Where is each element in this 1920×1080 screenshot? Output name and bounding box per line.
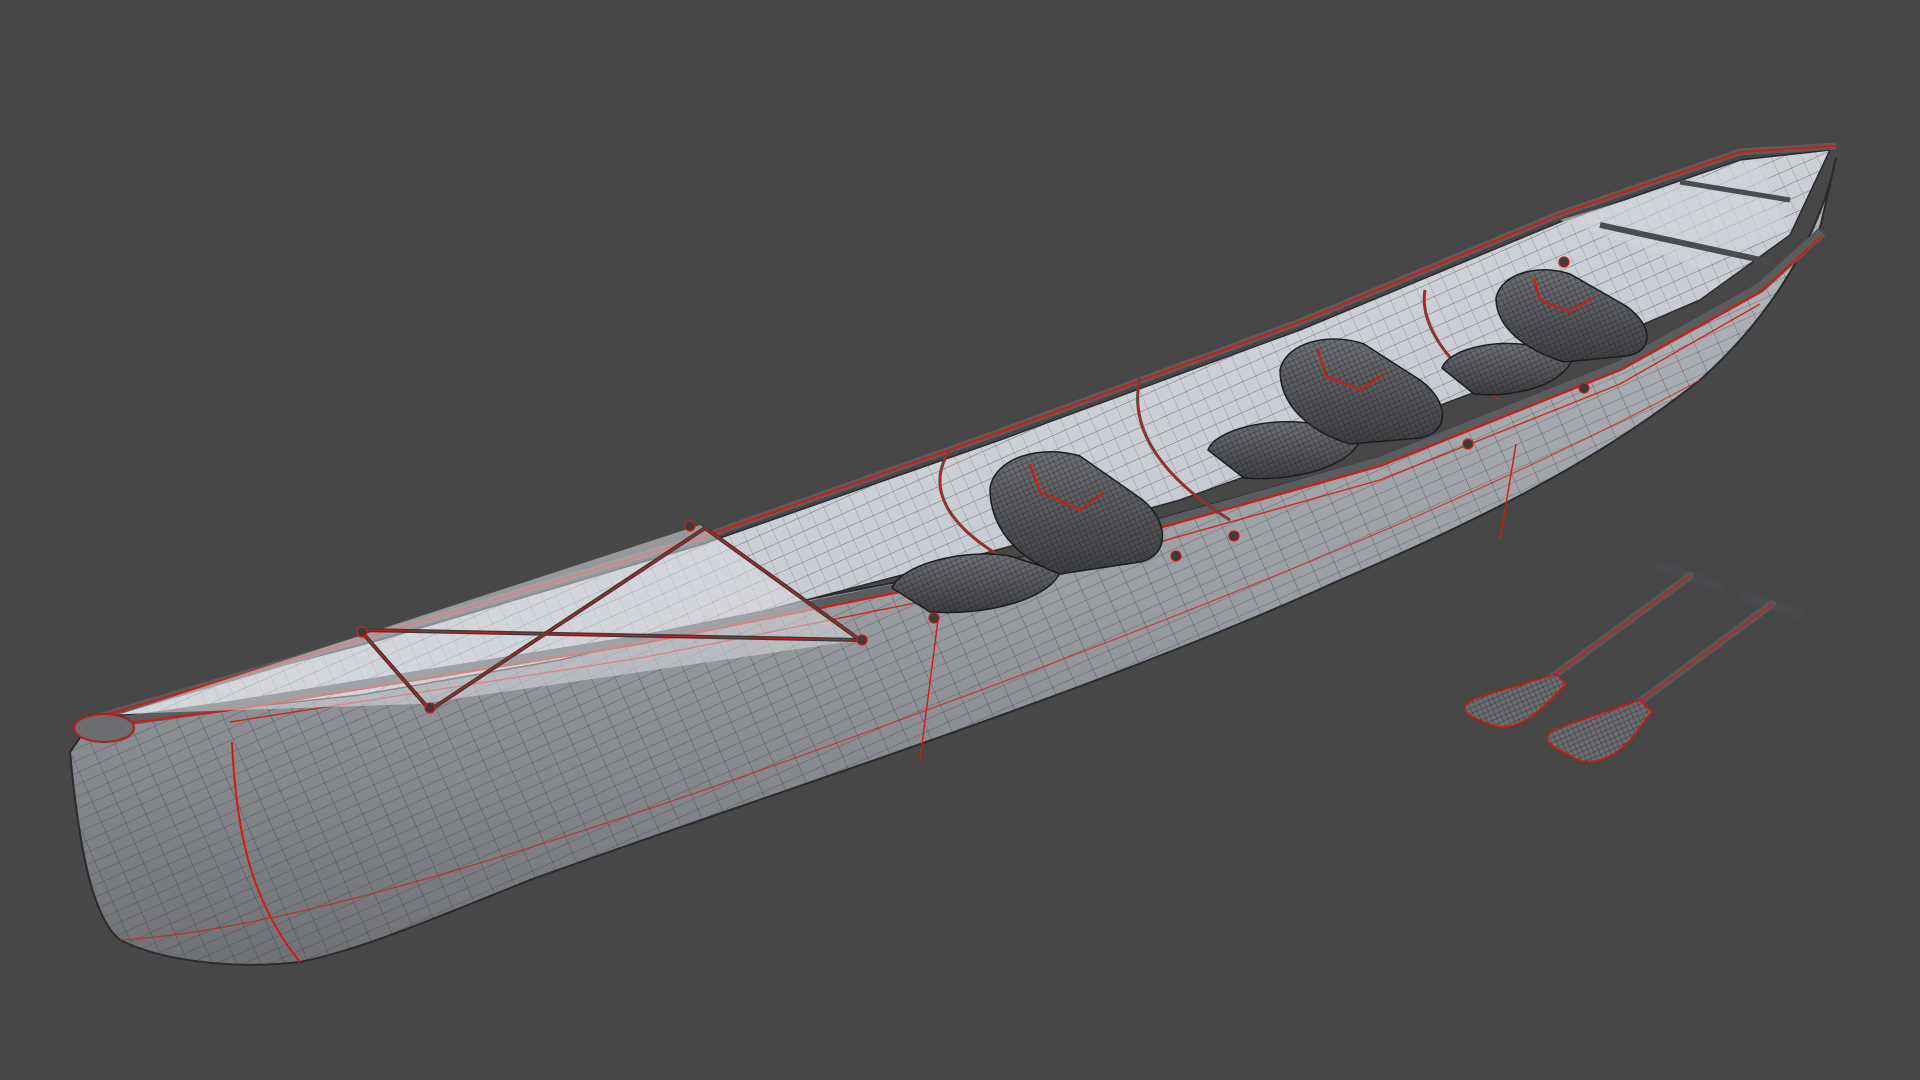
gunwale-bolt [1170,550,1182,562]
render-canvas [68,142,1837,966]
gunwale-bolt [1578,382,1590,394]
gunwale-bolt [356,626,368,638]
paddle-1[interactable] [1464,561,1725,728]
paddle-1-blade-wire [1465,674,1566,727]
gunwale-bolt [684,520,696,532]
gunwale-bolt [1462,438,1474,450]
paddle-1-shaft-seam [1547,575,1691,681]
paddle-2-shaft-seam [1633,603,1773,707]
gunwale-bolt [1228,530,1240,542]
gunwale-bolt [928,612,940,624]
gunwale-bolt [1558,256,1570,268]
paddle-2[interactable] [1546,591,1805,763]
3d-viewport[interactable] [0,0,1920,1080]
gunwale-bolt [856,634,868,646]
canoe-hull[interactable] [68,142,1837,966]
gunwale-bolt [424,702,436,714]
